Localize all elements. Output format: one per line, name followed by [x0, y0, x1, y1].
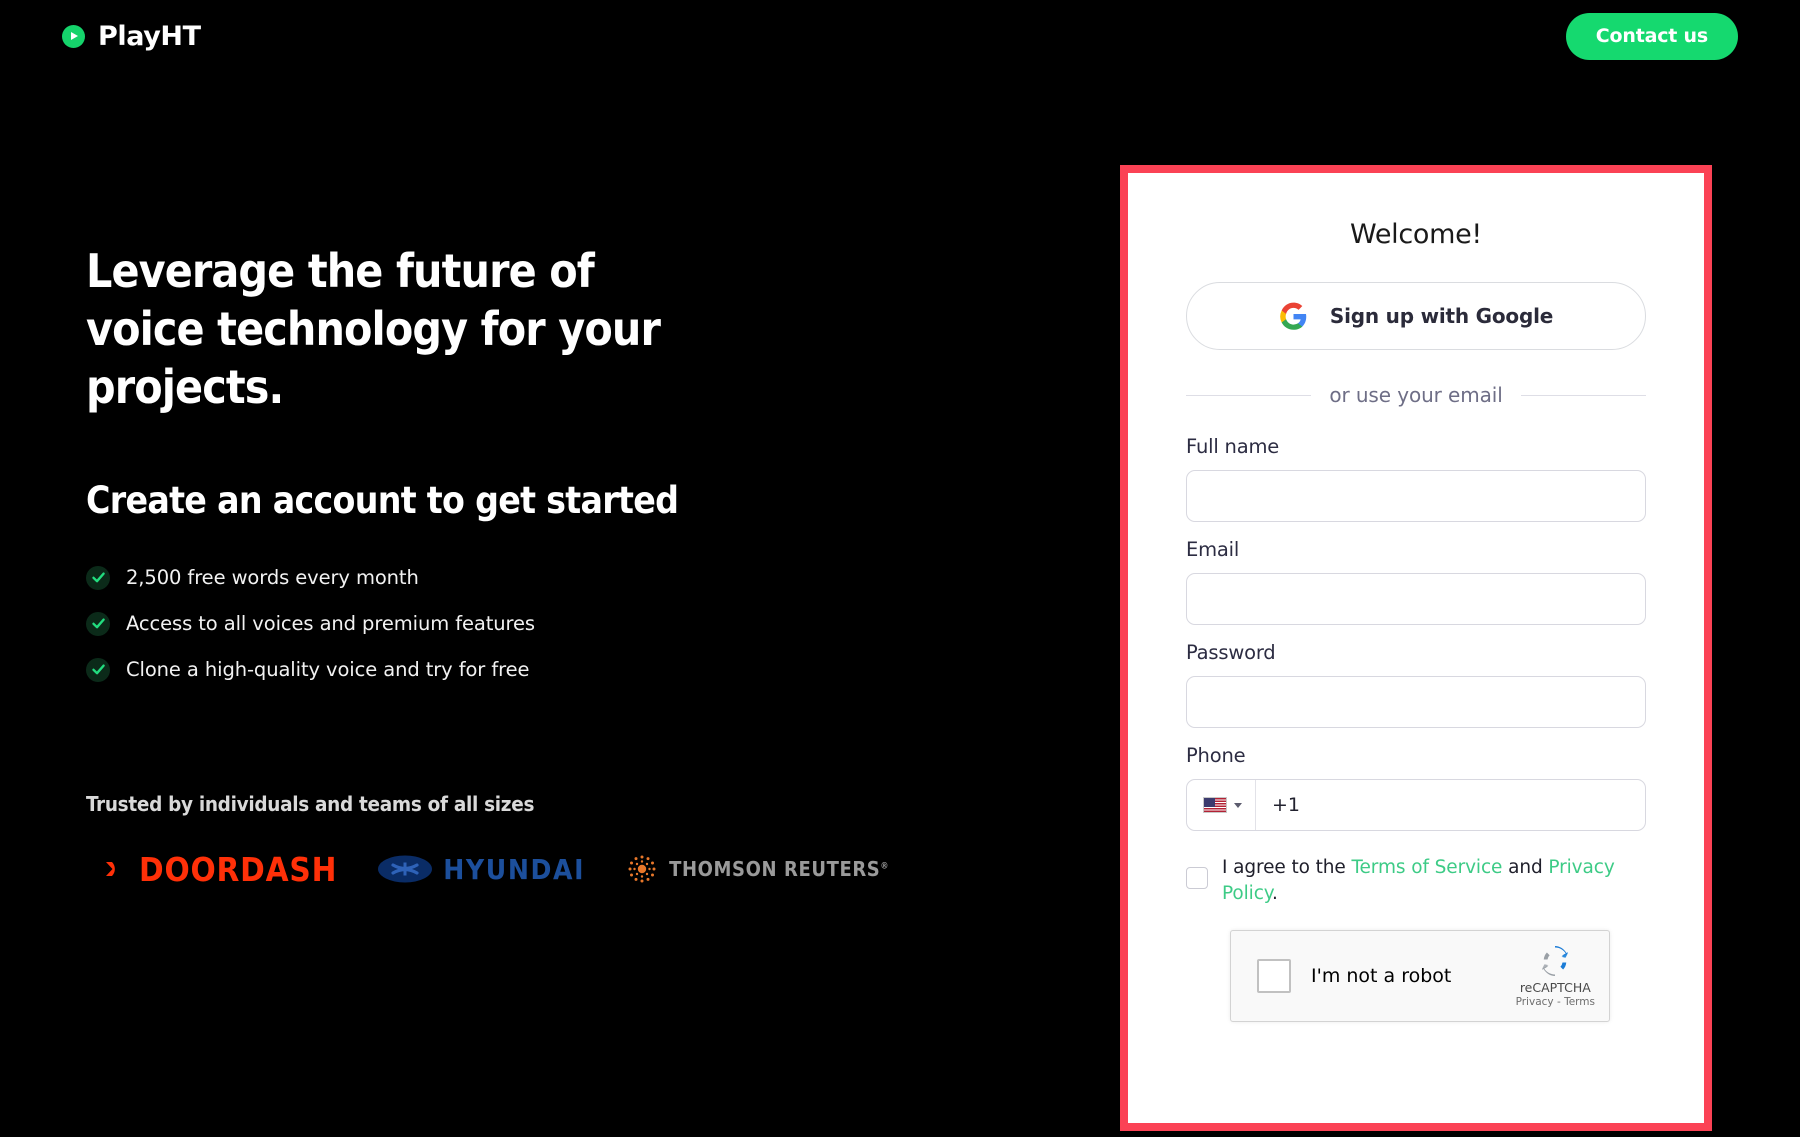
terms-of-service-link[interactable]: Terms of Service	[1351, 857, 1502, 878]
terms-text: I agree to the Terms of Service and Priv…	[1222, 855, 1646, 908]
list-item: 2,500 free words every month	[86, 565, 946, 590]
phone-input-wrapper	[1186, 779, 1646, 831]
sign-up-with-google-button[interactable]: Sign up with Google	[1186, 282, 1646, 350]
list-item: Clone a high-quality voice and try for f…	[86, 657, 946, 682]
hyundai-wordmark: HYUNDAI	[443, 852, 586, 886]
brand-name: PlayHT	[98, 20, 201, 52]
google-icon	[1280, 302, 1307, 330]
hero-headline: Leverage the future of voice technology …	[86, 244, 661, 414]
recaptcha-icon	[1542, 946, 1569, 977]
thomson-reuters-wordmark: THOMSON REUTERS®	[669, 857, 890, 882]
full-name-label: Full name	[1186, 435, 1280, 458]
hyundai-logo: HYUNDAI	[377, 853, 585, 886]
customer-logos: DOORDASH HYUNDAI THOMSON REUTERS®	[86, 850, 946, 889]
password-label: Password	[1186, 641, 1276, 664]
thomson-reuters-mark-icon	[628, 855, 656, 883]
signup-page: PlayHT Contact us Leverage the future of…	[0, 0, 1800, 1137]
thomson-reuters-logo: THOMSON REUTERS®	[625, 852, 889, 886]
feature-label: 2,500 free words every month	[126, 566, 419, 590]
password-input[interactable]	[1186, 676, 1646, 728]
password-field-group: Password	[1186, 641, 1646, 728]
doordash-wordmark: DOORDASH	[139, 849, 338, 889]
recaptcha-legal-links[interactable]: Privacy - Terms	[1516, 996, 1595, 1008]
list-item: Access to all voices and premium feature…	[86, 611, 946, 636]
doordash-mark-icon	[87, 862, 115, 877]
email-field-group: Email	[1186, 538, 1646, 625]
divider-label: or use your email	[1329, 383, 1503, 407]
terms-suffix: .	[1271, 883, 1278, 905]
phone-input[interactable]	[1256, 780, 1645, 830]
recaptcha-branding: reCAPTCHA Privacy - Terms	[1516, 943, 1595, 1008]
hero-section: Leverage the future of voice technology …	[86, 243, 946, 889]
feature-label: Clone a high-quality voice and try for f…	[126, 658, 530, 682]
terms-middle: and	[1502, 857, 1549, 878]
recaptcha-widget[interactable]: I'm not a robot reCAPTCHA Privacy - Term…	[1230, 929, 1610, 1022]
play-icon	[62, 24, 85, 48]
recaptcha-checkbox[interactable]	[1257, 958, 1291, 993]
full-name-field-group: Full name	[1186, 435, 1646, 522]
check-icon	[86, 611, 110, 636]
divider-line-left	[1186, 394, 1312, 396]
hyundai-mark-icon	[378, 855, 433, 883]
site-header: PlayHT Contact us	[0, 0, 1800, 72]
contact-us-button[interactable]: Contact us	[1565, 12, 1738, 60]
signup-card-highlight: Welcome! Sign up with Google or use your…	[1120, 165, 1712, 1131]
brand-logo[interactable]: PlayHT	[62, 16, 201, 56]
recaptcha-brand-name: reCAPTCHA	[1519, 980, 1591, 996]
terms-agreement-row: I agree to the Terms of Service and Priv…	[1186, 855, 1646, 908]
full-name-input[interactable]	[1186, 470, 1646, 522]
hero-subheadline: Create an account to get started	[86, 478, 679, 522]
check-icon	[86, 565, 110, 590]
doordash-logo: DOORDASH	[86, 850, 337, 889]
email-input[interactable]	[1186, 573, 1646, 625]
chevron-down-icon	[1234, 802, 1242, 808]
feature-list: 2,500 free words every month Access to a…	[86, 565, 946, 682]
us-flag-icon	[1203, 797, 1227, 813]
trusted-by-title: Trusted by individuals and teams of all …	[86, 791, 535, 816]
phone-label: Phone	[1186, 744, 1246, 767]
phone-field-group: Phone	[1186, 744, 1646, 831]
check-icon	[86, 657, 110, 682]
feature-label: Access to all voices and premium feature…	[126, 612, 535, 636]
terms-checkbox[interactable]	[1186, 867, 1208, 889]
country-code-selector[interactable]	[1187, 780, 1256, 830]
recaptcha-label: I'm not a robot	[1311, 964, 1452, 987]
signup-card: Welcome! Sign up with Google or use your…	[1128, 173, 1704, 1123]
terms-prefix: I agree to the	[1222, 857, 1352, 878]
google-button-label: Sign up with Google	[1329, 304, 1554, 328]
email-label: Email	[1186, 538, 1240, 561]
divider-line-right	[1520, 394, 1647, 396]
divider: or use your email	[1186, 383, 1647, 407]
page-title: Welcome!	[1350, 219, 1482, 250]
